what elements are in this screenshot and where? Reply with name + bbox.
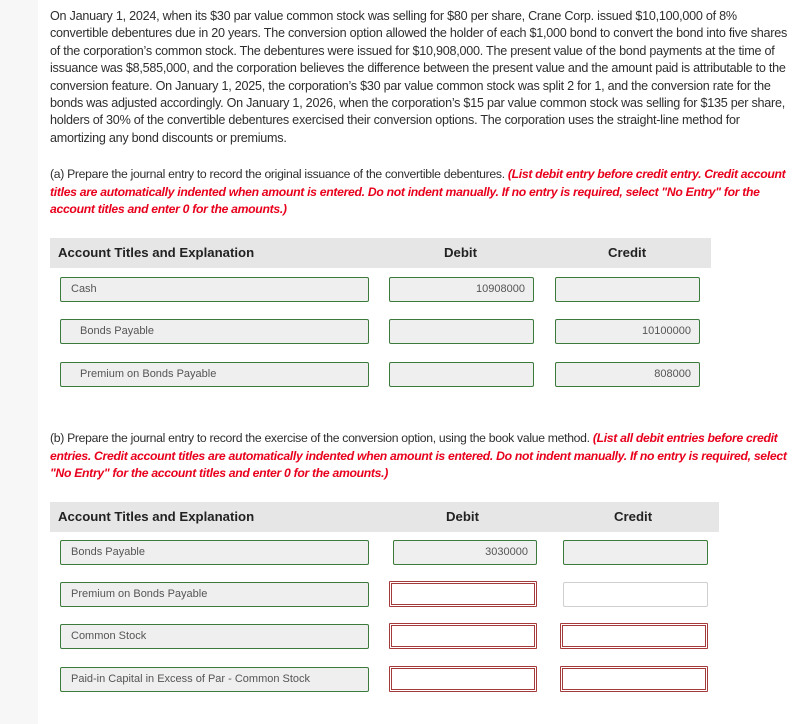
part-a-journal-word: journal bbox=[130, 167, 166, 181]
part-b-journal-word: journal bbox=[130, 431, 166, 445]
credit-amount-field[interactable] bbox=[560, 623, 708, 649]
debit-amount-field[interactable] bbox=[389, 319, 534, 344]
account-title-field[interactable]: Premium on Bonds Payable bbox=[60, 362, 369, 387]
account-title-field[interactable]: Common Stock bbox=[60, 624, 369, 649]
part-b-text: entry to record the exercise of the conv… bbox=[165, 431, 593, 445]
part-b-table-header: Account Titles and Explanation Debit Cre… bbox=[50, 502, 719, 532]
debit-amount-field[interactable] bbox=[389, 623, 537, 649]
credit-amount-field[interactable]: 10100000 bbox=[555, 319, 700, 344]
problem-statement: On January 1, 2024, when its $30 par val… bbox=[50, 9, 788, 145]
account-title-field[interactable]: Premium on Bonds Payable bbox=[60, 582, 369, 607]
part-a-label: (a) Prepare the bbox=[50, 167, 131, 181]
credit-amount-field[interactable] bbox=[563, 540, 708, 565]
account-column-header: Account Titles and Explanation bbox=[58, 245, 255, 260]
part-b-label: (b) Prepare the bbox=[50, 431, 131, 445]
credit-amount-field[interactable] bbox=[560, 666, 708, 692]
part-a-prompt: (a) Prepare the journal entry to record … bbox=[50, 166, 790, 219]
part-a-table-header: Account Titles and Explanation Debit Cre… bbox=[50, 238, 711, 268]
debit-amount-field[interactable] bbox=[389, 581, 537, 607]
account-title-field[interactable]: Bonds Payable bbox=[60, 319, 369, 344]
credit-column-header: Credit bbox=[614, 509, 653, 524]
credit-amount-field[interactable] bbox=[555, 277, 700, 302]
debit-amount-field[interactable] bbox=[389, 666, 537, 692]
account-title-field[interactable]: Paid-in Capital in Excess of Par - Commo… bbox=[60, 667, 369, 692]
account-title-field[interactable]: Cash bbox=[60, 277, 369, 302]
debit-column-header: Debit bbox=[444, 245, 477, 260]
part-b-prompt: (b) Prepare the journal entry to record … bbox=[50, 430, 790, 483]
left-margin bbox=[0, 0, 38, 724]
credit-column-header: Credit bbox=[608, 245, 647, 260]
debit-amount-field[interactable]: 3030000 bbox=[393, 540, 537, 565]
debit-amount-field[interactable] bbox=[389, 362, 534, 387]
credit-amount-field[interactable]: 808000 bbox=[555, 362, 700, 387]
debit-column-header: Debit bbox=[446, 509, 479, 524]
part-a-text: entry to record the original issuance of… bbox=[165, 167, 508, 181]
credit-amount-field[interactable] bbox=[563, 582, 708, 607]
account-column-header: Account Titles and Explanation bbox=[58, 509, 255, 524]
account-title-field[interactable]: Bonds Payable bbox=[60, 540, 369, 565]
debit-amount-field[interactable]: 10908000 bbox=[389, 277, 534, 302]
